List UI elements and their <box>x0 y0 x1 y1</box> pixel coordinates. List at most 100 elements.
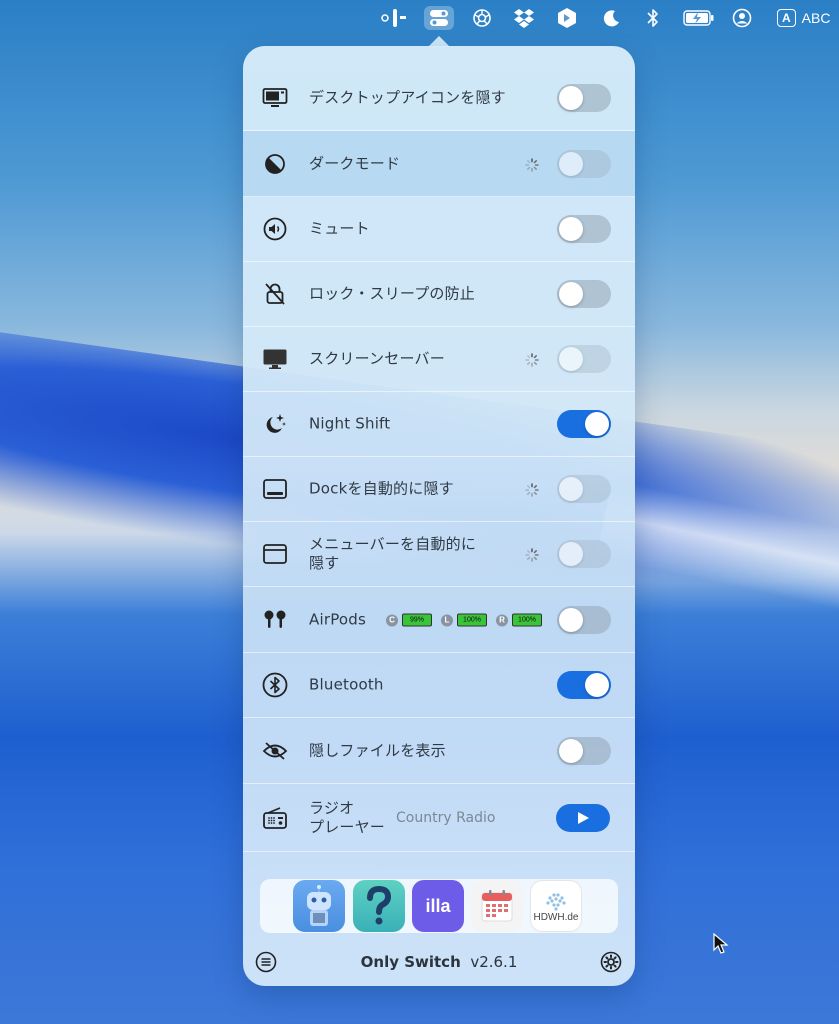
battery-percent: 100% <box>457 613 487 627</box>
toggle-knob <box>559 477 583 501</box>
panel-footer: Only Switch v2.6.1 <box>243 942 635 982</box>
onlyswitch-icon[interactable] <box>380 6 408 30</box>
toggle-knob <box>585 673 609 697</box>
toggle-knob <box>559 542 583 566</box>
hexagon-app-icon[interactable] <box>554 6 580 30</box>
switch-row-screen-saver: スクリーンセーバー <box>243 327 635 392</box>
hidden-files-toggle[interactable] <box>557 737 611 765</box>
illa-app-icon[interactable]: illa <box>412 880 464 932</box>
loading-spinner-icon <box>525 157 539 172</box>
toggle-knob <box>559 217 583 241</box>
radio-play-button[interactable] <box>556 803 610 832</box>
switch-row-hide-dock: Dockを自動的に隠す <box>243 457 635 522</box>
toggle-knob <box>559 739 583 763</box>
switch-label: Dockを自動的に隠す <box>309 479 454 498</box>
window-icon <box>262 541 288 567</box>
eye-slash-icon <box>262 738 288 764</box>
app-name: Only Switch <box>360 953 461 971</box>
chatgpt-icon[interactable] <box>470 6 494 30</box>
speaker-icon <box>262 216 288 242</box>
battery-letter: C <box>386 614 398 626</box>
loading-spinner-icon <box>525 352 539 367</box>
battery-letter: L <box>441 614 453 626</box>
calendar-app-icon[interactable] <box>471 880 523 932</box>
hide-dock-toggle[interactable] <box>557 475 611 503</box>
hide-menubar-toggle[interactable] <box>557 540 611 568</box>
toggle-knob <box>559 347 583 371</box>
bluetooth-icon <box>262 672 288 698</box>
switch-row-prevent-sleep: ロック・スリープの防止 <box>243 262 635 327</box>
switch-label: ダークモード <box>309 154 401 172</box>
switch-label: AirPods <box>309 610 367 629</box>
play-icon <box>578 811 589 824</box>
switch-label-line2: プレーヤー <box>309 817 386 836</box>
switch-row-hide-menubar: メニューバーを自動的に 隠す <box>243 522 635 587</box>
toggle-knob <box>559 151 583 176</box>
airpods-left-battery: L 100% <box>441 613 487 627</box>
app-version: v2.6.1 <box>470 953 518 971</box>
input-source-menu[interactable]: A ABC <box>777 6 839 30</box>
switch-row-airpods: AirPods C 99% L 100% R 100% <box>243 588 635 653</box>
switch-row-hide-desktop-icons: デスクトップアイコンを隠す <box>243 66 635 131</box>
display-icon <box>262 85 288 111</box>
switch-row-radio-player: ラジオ プレーヤー Country Radio <box>243 784 635 852</box>
robot-app-icon[interactable] <box>293 880 345 932</box>
dark-mode-toggle[interactable] <box>557 149 611 178</box>
switch-label: Night Shift <box>309 414 391 433</box>
illa-app-label: illa <box>425 895 451 916</box>
brain-icon <box>546 892 566 911</box>
battery-charging-icon[interactable] <box>682 6 716 30</box>
airpods-toggle[interactable] <box>557 606 611 634</box>
airpods-icon <box>262 607 288 633</box>
switch-label: 隠しファイルを表示 <box>309 741 446 760</box>
airpods-right-battery: R 100% <box>496 613 542 627</box>
bluetooth-toggle[interactable] <box>557 671 611 699</box>
hide-desktop-icons-toggle[interactable] <box>557 84 611 112</box>
switch-label: メニューバーを自動的に 隠す <box>309 535 476 573</box>
toggle-knob <box>559 86 583 110</box>
toggle-knob <box>585 412 609 436</box>
loading-spinner-icon <box>525 482 539 497</box>
only-switch-panel: デスクトップアイコンを隠す ダークモード ミュート ロック・スリープの防止 スク… <box>243 46 635 986</box>
switch-label-line1: ラジオ <box>309 798 355 817</box>
menu-bar: A ABC <box>0 0 839 36</box>
screen-saver-toggle[interactable] <box>557 345 611 373</box>
switch-label-line1: メニューバーを自動的に <box>309 535 477 553</box>
switch-row-hidden-files: 隠しファイルを表示 <box>243 719 635 784</box>
switch-label: ロック・スリープの防止 <box>309 284 476 303</box>
question-app-icon[interactable] <box>353 880 405 932</box>
dark-mode-icon <box>262 151 288 177</box>
switch-label: ミュート <box>309 219 370 238</box>
switch-label: Bluetooth <box>309 675 384 694</box>
app-shortcut-bar: illa HDWH.de <box>260 879 618 933</box>
radio-icon <box>262 805 288 831</box>
toggles-icon[interactable] <box>424 6 454 30</box>
dropbox-icon[interactable] <box>511 6 537 30</box>
dock-icon <box>262 476 288 502</box>
input-source-label: ABC <box>801 10 831 26</box>
moon-icon[interactable] <box>600 6 624 30</box>
hdwh-app-icon[interactable]: HDWH.de <box>530 880 582 932</box>
switch-row-bluetooth: Bluetooth <box>243 653 635 718</box>
monitor-icon <box>262 346 288 372</box>
switch-row-dark-mode: ダークモード <box>243 131 635 197</box>
prevent-sleep-toggle[interactable] <box>557 280 611 308</box>
battery-percent: 100% <box>512 613 542 627</box>
app-title: Only Switch v2.6.1 <box>243 953 635 971</box>
radio-station-name: Country Radio <box>396 809 496 826</box>
lock-slash-icon <box>262 281 288 307</box>
switch-row-mute: ミュート <box>243 197 635 262</box>
moon-stars-icon <box>262 411 288 437</box>
toggle-knob <box>559 608 583 632</box>
bluetooth-icon[interactable] <box>642 6 664 30</box>
user-account-icon[interactable] <box>730 6 754 30</box>
night-shift-toggle[interactable] <box>557 410 611 438</box>
settings-gear-icon[interactable] <box>600 951 622 973</box>
loading-spinner-icon <box>525 547 539 562</box>
switch-label: ラジオ プレーヤー <box>309 799 385 837</box>
switch-label: スクリーンセーバー <box>309 349 445 368</box>
toggle-knob <box>559 282 583 306</box>
hdwh-app-label: HDWH.de <box>533 911 579 923</box>
mute-toggle[interactable] <box>557 215 611 243</box>
switch-row-night-shift: Night Shift <box>243 392 635 457</box>
